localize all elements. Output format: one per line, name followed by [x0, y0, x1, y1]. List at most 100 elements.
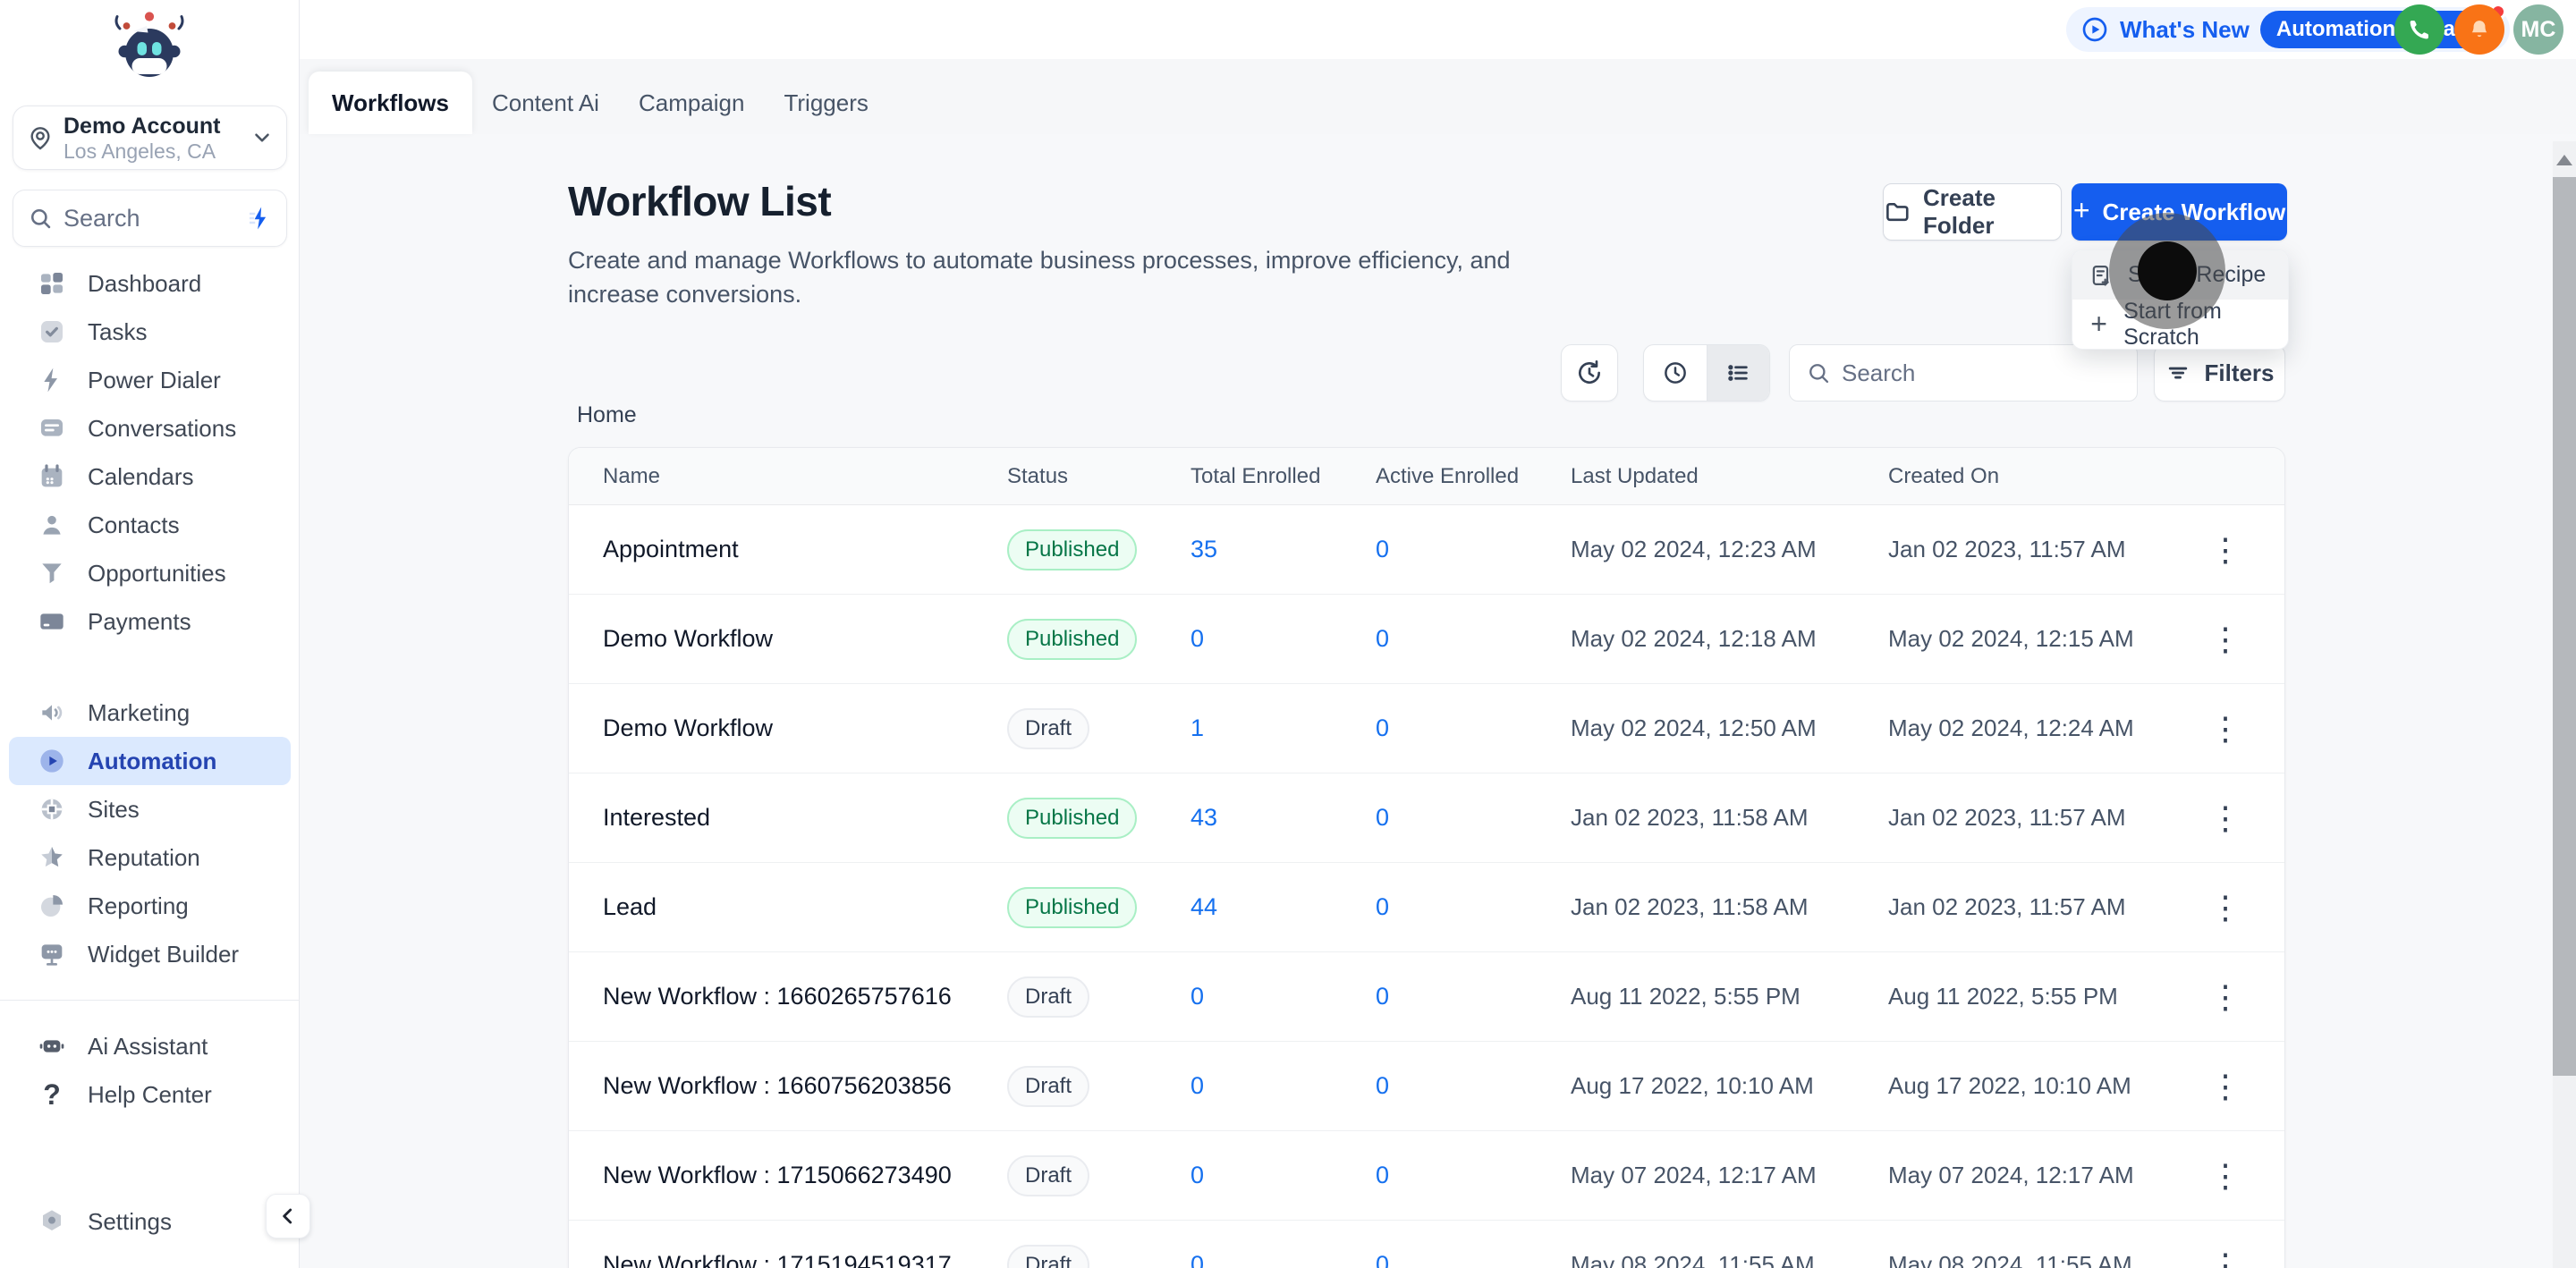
row-actions-kebab[interactable]: ⋮	[2200, 704, 2250, 754]
table-row[interactable]: Lead Published 44 0 Jan 02 2023, 11:58 A…	[569, 863, 2284, 952]
row-actions-kebab[interactable]: ⋮	[2200, 883, 2250, 933]
active-enrolled[interactable]: 0	[1376, 1162, 1571, 1189]
workflow-name[interactable]: New Workflow : 1660265757616	[603, 983, 1007, 1010]
list-icon	[1728, 365, 1748, 381]
table-row[interactable]: New Workflow : 1715066273490 Draft 0 0 M…	[569, 1131, 2284, 1221]
menu-item-select-recipe[interactable]: Select Recipe	[2072, 250, 2288, 300]
row-actions-kebab[interactable]: ⋮	[2200, 972, 2250, 1022]
time-view-toggle[interactable]	[1644, 345, 1707, 401]
create-folder-button[interactable]: Create Folder	[1883, 183, 2062, 241]
tab-triggers[interactable]: Triggers	[764, 72, 887, 134]
sidebar-item-help-center[interactable]: ? Help Center	[9, 1070, 291, 1119]
active-enrolled[interactable]: 0	[1376, 893, 1571, 921]
active-enrolled[interactable]: 0	[1376, 1251, 1571, 1268]
quick-actions-bolt-icon[interactable]	[245, 205, 272, 232]
workflow-search-input[interactable]	[1842, 359, 2121, 387]
widget-icon	[41, 944, 63, 966]
total-enrolled[interactable]: 35	[1191, 536, 1376, 563]
vertical-scrollbar[interactable]	[2553, 141, 2576, 1268]
table-row[interactable]: New Workflow : 1660265757616 Draft 0 0 A…	[569, 952, 2284, 1042]
row-actions-kebab[interactable]: ⋮	[2200, 1240, 2250, 1268]
total-enrolled[interactable]: 43	[1191, 804, 1376, 832]
workflow-name[interactable]: New Workflow : 1660756203856	[603, 1072, 1007, 1100]
active-enrolled[interactable]: 0	[1376, 714, 1571, 742]
row-actions-kebab[interactable]: ⋮	[2200, 1061, 2250, 1112]
table-row[interactable]: New Workflow : 1660756203856 Draft 0 0 A…	[569, 1042, 2284, 1131]
sidebar-item-settings[interactable]: Settings	[9, 1197, 291, 1246]
page-subtitle: Create and manage Workflows to automate …	[568, 247, 1511, 308]
sidebar-item-tasks[interactable]: Tasks	[9, 308, 291, 356]
phone-button[interactable]	[2394, 4, 2445, 55]
sidebar-item-sites[interactable]: Sites	[9, 785, 291, 833]
created-on: Jan 02 2023, 11:57 AM	[1888, 893, 2126, 920]
enrollment-history-button[interactable]	[1561, 344, 1618, 402]
table-header: Name Status Total Enrolled Active Enroll…	[569, 448, 2284, 505]
breadcrumb-home[interactable]: Home	[577, 402, 637, 428]
sidebar-item-conversations[interactable]: Conversations	[9, 404, 291, 452]
table-row[interactable]: Interested Published 43 0 Jan 02 2023, 1…	[569, 773, 2284, 863]
list-view-toggle[interactable]	[1706, 345, 1769, 401]
sidebar-item-reporting[interactable]: Reporting	[9, 882, 291, 930]
sidebar-settings: Settings	[0, 1197, 300, 1246]
table-row[interactable]: Demo Workflow Published 0 0 May 02 2024,…	[569, 595, 2284, 684]
sidebar-search-input[interactable]	[64, 204, 245, 232]
view-toggle	[1643, 344, 1770, 402]
table-row[interactable]: Demo Workflow Draft 1 0 May 02 2024, 12:…	[569, 684, 2284, 773]
sidebar-collapse-button[interactable]	[266, 1194, 310, 1238]
row-actions-kebab[interactable]: ⋮	[2200, 1151, 2250, 1201]
sidebar-item-dashboard[interactable]: Dashboard	[9, 259, 291, 308]
sidebar-item-opportunities[interactable]: Opportunities	[9, 549, 291, 597]
user-avatar[interactable]: MC	[2513, 4, 2563, 55]
workflow-name[interactable]: Appointment	[603, 536, 1007, 563]
workflow-name[interactable]: New Workflow : 1715194519317	[603, 1251, 1007, 1268]
active-enrolled[interactable]: 0	[1376, 536, 1571, 563]
scrollbar-thumb[interactable]	[2553, 177, 2576, 1076]
table-row[interactable]: Appointment Published 35 0 May 02 2024, …	[569, 505, 2284, 595]
create-workflow-button[interactable]: + Create Workflow	[2072, 183, 2287, 241]
total-enrolled[interactable]: 44	[1191, 893, 1376, 921]
total-enrolled[interactable]: 0	[1191, 1072, 1376, 1100]
status-badge: Draft	[1007, 1154, 1090, 1196]
workflow-name[interactable]: Demo Workflow	[603, 625, 1007, 653]
tab-content-ai[interactable]: Content Ai	[472, 72, 619, 134]
sidebar-item-contacts[interactable]: Contacts	[9, 501, 291, 549]
active-enrolled[interactable]: 0	[1376, 625, 1571, 653]
tab-campaign[interactable]: Campaign	[619, 72, 765, 134]
sidebar-item-widget-builder[interactable]: Widget Builder	[9, 930, 291, 978]
sidebar-item-marketing[interactable]: Marketing	[9, 689, 291, 737]
notifications-button[interactable]	[2454, 4, 2504, 55]
workflow-name[interactable]: Demo Workflow	[603, 714, 1007, 742]
sidebar-item-calendars[interactable]: Calendars	[9, 452, 291, 501]
total-enrolled[interactable]: 0	[1191, 625, 1376, 653]
active-enrolled[interactable]: 0	[1376, 983, 1571, 1010]
row-actions-kebab[interactable]: ⋮	[2200, 525, 2250, 575]
workflow-name[interactable]: New Workflow : 1715066273490	[603, 1162, 1007, 1189]
sidebar-item-reputation[interactable]: Reputation	[9, 833, 291, 882]
row-actions-kebab[interactable]: ⋮	[2200, 793, 2250, 843]
sidebar-item-automation[interactable]: Automation	[9, 737, 291, 785]
gear-icon	[43, 1210, 61, 1230]
scroll-up-arrow[interactable]	[2553, 147, 2576, 173]
filters-button[interactable]: Filters	[2154, 344, 2285, 402]
row-actions-kebab[interactable]: ⋮	[2200, 614, 2250, 664]
sidebar-item-ai-assistant[interactable]: Ai Assistant	[9, 1022, 291, 1070]
created-on: May 07 2024, 12:17 AM	[1888, 1162, 2134, 1188]
total-enrolled[interactable]: 0	[1191, 1162, 1376, 1189]
active-enrolled[interactable]: 0	[1376, 1072, 1571, 1100]
total-enrolled[interactable]: 0	[1191, 983, 1376, 1010]
sidebar-item-label: Settings	[88, 1207, 172, 1235]
workflow-name[interactable]: Interested	[603, 804, 1007, 832]
sidebar-item-payments[interactable]: Payments	[9, 597, 291, 646]
search-icon	[1809, 364, 1829, 384]
active-enrolled[interactable]: 0	[1376, 804, 1571, 832]
sidebar-item-power-dialer[interactable]: Power Dialer	[9, 356, 291, 404]
total-enrolled[interactable]: 1	[1191, 714, 1376, 742]
table-row[interactable]: New Workflow : 1715194519317 Draft 0 0 M…	[569, 1221, 2284, 1268]
menu-item-start-from-scratch[interactable]: + Start from Scratch	[2072, 299, 2288, 350]
tab-workflows[interactable]: Workflows	[309, 72, 472, 134]
last-updated: May 02 2024, 12:23 AM	[1571, 536, 1817, 562]
sidebar-item-label: Help Center	[88, 1080, 212, 1108]
workflow-name[interactable]: Lead	[603, 893, 1007, 921]
account-switcher[interactable]: Demo Account Los Angeles, CA	[13, 106, 287, 170]
total-enrolled[interactable]: 0	[1191, 1251, 1376, 1268]
